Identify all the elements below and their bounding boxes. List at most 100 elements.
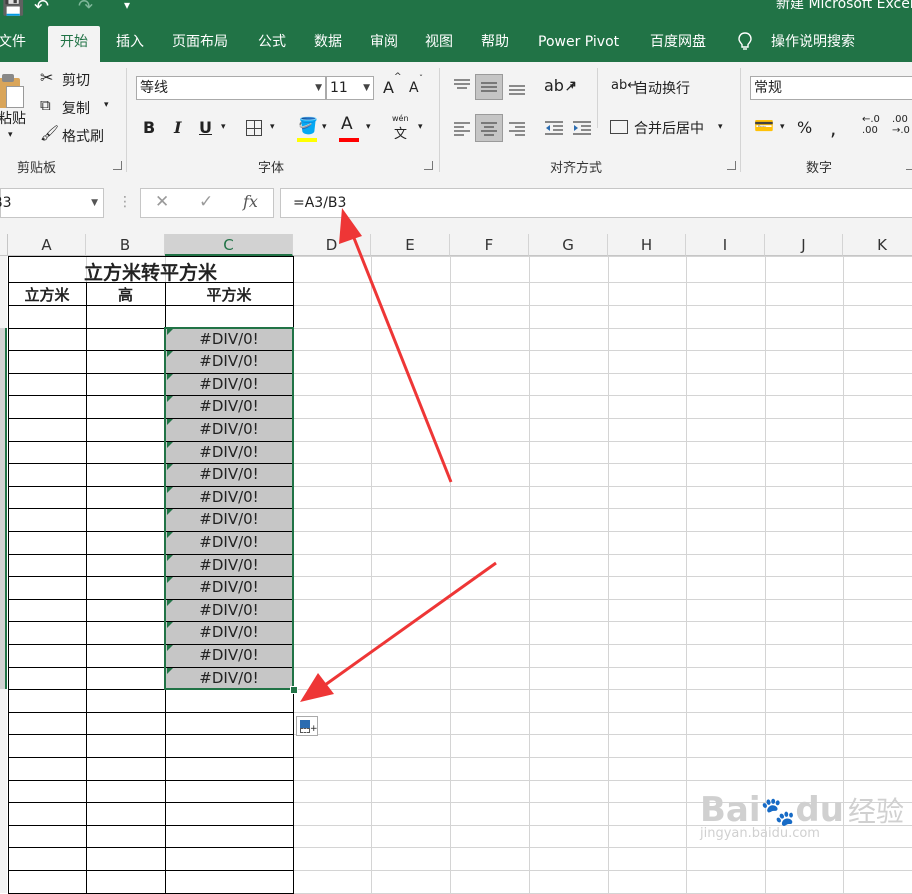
fill-handle[interactable] (290, 686, 298, 695)
tell-me-search[interactable]: 操作说明搜索 (771, 22, 855, 62)
font-name-value: 等线 (140, 80, 168, 96)
formula-text: =A3/B3 (293, 195, 347, 211)
fill-color-icon[interactable]: 🪣 (298, 116, 318, 135)
orientation-dropdown-icon[interactable]: ▾ (570, 82, 575, 92)
tab-help[interactable]: 帮助 (481, 22, 509, 62)
column-header-h[interactable]: H (608, 234, 686, 256)
copy-icon[interactable]: ⧉ (40, 96, 51, 114)
font-name-select[interactable]: 等线 ▼ (136, 76, 326, 100)
tab-view[interactable]: 视图 (425, 22, 453, 62)
decrease-decimal-icon[interactable]: .00 →.0 (892, 114, 910, 136)
accounting-format-icon[interactable]: 💳 (754, 116, 774, 135)
wrap-text-button[interactable]: 自动换行 (634, 78, 690, 98)
tab-power-pivot[interactable]: Power Pivot (538, 22, 619, 62)
format-painter-button[interactable]: 格式刷 (62, 126, 104, 146)
column-header-g[interactable]: G (529, 234, 608, 256)
lightbulb-icon (738, 32, 752, 50)
tab-page-layout[interactable]: 页面布局 (172, 22, 228, 62)
tab-insert[interactable]: 插入 (116, 22, 144, 62)
alignment-launcher-icon[interactable] (727, 161, 736, 170)
customize-toolbar-icon[interactable]: ▾ (124, 0, 130, 12)
underline-button[interactable]: U (199, 118, 212, 137)
undo-icon[interactable]: ↶ (34, 0, 49, 17)
merge-center-button[interactable]: 合并后居中 (634, 118, 704, 138)
align-left-icon[interactable] (452, 118, 472, 138)
font-launcher-icon[interactable] (424, 161, 433, 170)
clipboard-launcher-icon[interactable] (113, 161, 122, 170)
header-cell[interactable]: 立方米 (8, 284, 86, 305)
watermark-url: jingyan.baidu.com (700, 826, 820, 841)
column-header-k[interactable]: K (843, 234, 912, 256)
ribbon-tabs: 文件 开始 插入 页面布局 公式 数据 审阅 视图 帮助 Power Pivot… (0, 22, 912, 62)
cut-button[interactable]: 剪切 (62, 70, 90, 90)
borders-dropdown-icon[interactable]: ▾ (270, 122, 275, 132)
format-painter-icon[interactable]: 🖌 (40, 124, 59, 142)
tab-file[interactable]: 文件 (0, 22, 26, 62)
percent-style-button[interactable]: % (797, 118, 812, 137)
italic-button[interactable]: I (174, 118, 181, 137)
redo-icon[interactable]: ↷ (78, 0, 93, 17)
increase-decimal-icon[interactable]: ←.0.00 (862, 114, 880, 136)
bold-button[interactable]: B (143, 118, 155, 137)
header-cell[interactable]: 平方米 (165, 284, 293, 305)
increase-indent-icon[interactable] (571, 118, 593, 138)
copy-button[interactable]: 复制 (62, 98, 90, 118)
tab-data[interactable]: 数据 (314, 22, 342, 62)
gridline-vertical (450, 256, 451, 893)
tab-formulas[interactable]: 公式 (258, 22, 286, 62)
formula-bar-drag-handle[interactable]: ⋮ (118, 194, 132, 210)
decrease-font-size-icon[interactable]: A (409, 80, 419, 96)
font-color-icon[interactable]: A (341, 114, 353, 134)
chevron-down-icon: ▼ (315, 83, 322, 93)
tab-review[interactable]: 审阅 (370, 22, 398, 62)
table-border-horizontal (8, 892, 294, 894)
accounting-dropdown-icon[interactable]: ▾ (780, 122, 785, 132)
paste-options-button[interactable]: + (296, 716, 318, 736)
column-header-i[interactable]: I (686, 234, 765, 256)
name-box[interactable]: B3 ▼ (0, 188, 104, 218)
paste-icon[interactable] (0, 74, 30, 108)
header-cell[interactable]: 高 (86, 284, 165, 305)
formula-input[interactable]: =A3/B3 (280, 188, 912, 218)
tab-baidu-netdisk[interactable]: 百度网盘 (650, 22, 706, 62)
underline-dropdown-icon[interactable]: ▾ (221, 122, 226, 132)
fill-color-dropdown-icon[interactable]: ▾ (322, 122, 327, 132)
number-format-select[interactable]: 常规 (750, 76, 912, 100)
font-size-select[interactable]: 11 ▼ (326, 76, 374, 100)
column-header-f[interactable]: F (450, 234, 529, 256)
merge-center-icon[interactable] (610, 120, 628, 134)
table-border-horizontal (8, 734, 294, 736)
column-header-d[interactable]: D (293, 234, 371, 256)
tab-home[interactable]: 开始 (48, 26, 100, 62)
sheet-title-cell[interactable]: 立方米转平方米 (8, 258, 293, 285)
cancel-icon[interactable]: ✕ (155, 192, 169, 212)
column-header-e[interactable]: E (371, 234, 450, 256)
column-header-j[interactable]: J (765, 234, 843, 256)
column-header-b[interactable]: B (86, 234, 165, 256)
phonetic-guide-icon[interactable]: wén 文 (392, 114, 414, 142)
fill-color-swatch (297, 138, 317, 142)
column-header-a[interactable]: A (8, 234, 86, 256)
paste-dropdown-icon[interactable]: ▾ (8, 130, 13, 140)
cut-icon[interactable]: ✂ (40, 68, 53, 87)
increase-font-size-icon[interactable]: A (383, 78, 394, 97)
insert-function-icon[interactable]: fx (243, 192, 258, 211)
column-header-c[interactable]: C (165, 234, 293, 256)
font-color-dropdown-icon[interactable]: ▾ (366, 122, 371, 132)
document-title: 新建 Microsoft Excel (776, 0, 912, 12)
borders-icon[interactable] (246, 120, 262, 136)
copy-dropdown-icon[interactable]: ▾ (104, 100, 109, 110)
phonetic-dropdown-icon[interactable]: ▾ (418, 122, 423, 132)
top-align-icon[interactable] (452, 76, 472, 96)
number-launcher-icon[interactable] (906, 161, 912, 170)
comma-style-icon[interactable]: , (830, 116, 836, 140)
save-icon[interactable]: 💾 (2, 0, 24, 17)
enter-icon[interactable]: ✓ (199, 192, 213, 212)
bottom-align-icon[interactable] (507, 78, 527, 98)
paste-button[interactable]: 粘贴 (0, 108, 26, 128)
merge-dropdown-icon[interactable]: ▾ (718, 122, 723, 132)
decrease-indent-icon[interactable] (543, 118, 565, 138)
select-all-corner[interactable] (0, 234, 8, 256)
align-right-icon[interactable] (507, 118, 527, 138)
ribbon: 粘贴 ▾ ✂ 剪切 ⧉ 复制 ▾ 🖌 格式刷 剪贴板 等线 ▼ 11 ▼ A ^ A… (0, 62, 912, 177)
